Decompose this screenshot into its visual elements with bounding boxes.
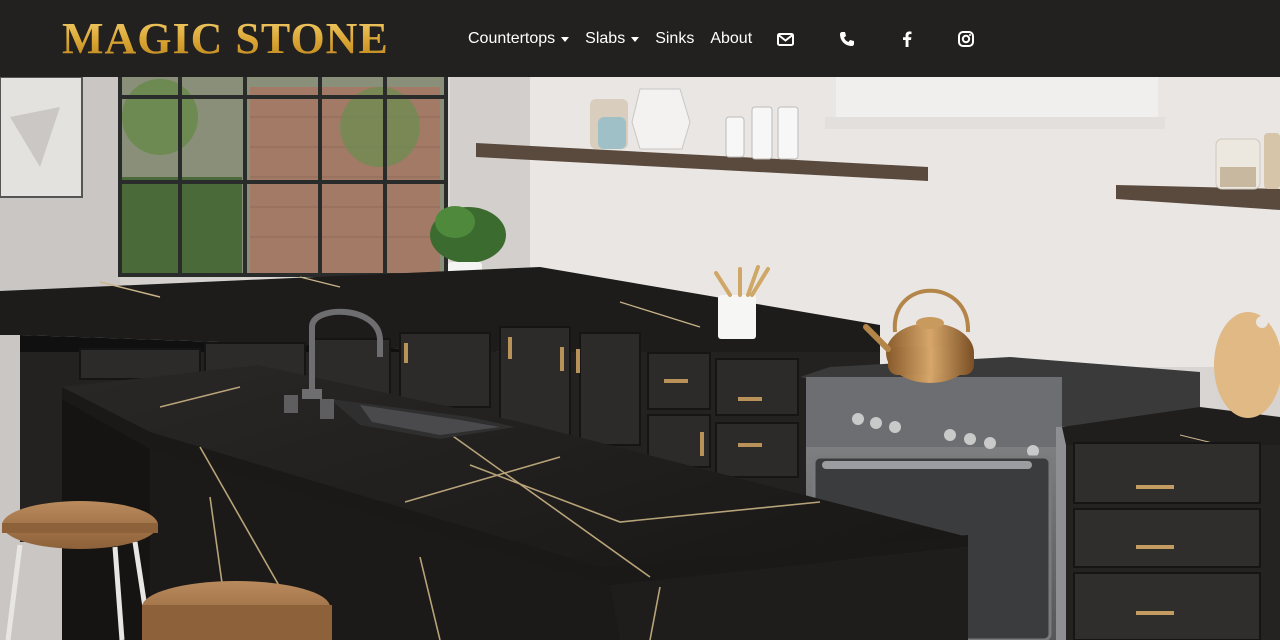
nav-links: Countertops Slabs Sinks About [468, 0, 768, 77]
nav-countertops-dropdown[interactable]: Countertops [468, 29, 570, 48]
brand-logo[interactable]: MAGIC STONE [62, 15, 389, 63]
kitchen-photo [0, 77, 1280, 640]
hero-image [0, 77, 1280, 640]
nav-sinks-label: Sinks [655, 29, 695, 47]
top-navbar: MAGIC STONE Countertops Slabs Sinks Abou… [0, 0, 1280, 77]
instagram-icon[interactable] [957, 30, 975, 48]
nav-sinks-link[interactable]: Sinks [655, 30, 694, 48]
nav-slabs-dropdown[interactable]: Slabs [585, 29, 640, 48]
nav-countertops-label: Countertops [468, 29, 556, 47]
envelope-icon[interactable] [776, 30, 794, 48]
caret-down-icon [561, 37, 570, 42]
phone-icon[interactable] [838, 30, 856, 48]
caret-down-icon [631, 37, 640, 42]
nav-about-label: About [710, 29, 753, 47]
nav-about-link[interactable]: About [710, 30, 752, 48]
facebook-icon[interactable] [898, 30, 916, 48]
nav-slabs-label: Slabs [585, 29, 626, 47]
